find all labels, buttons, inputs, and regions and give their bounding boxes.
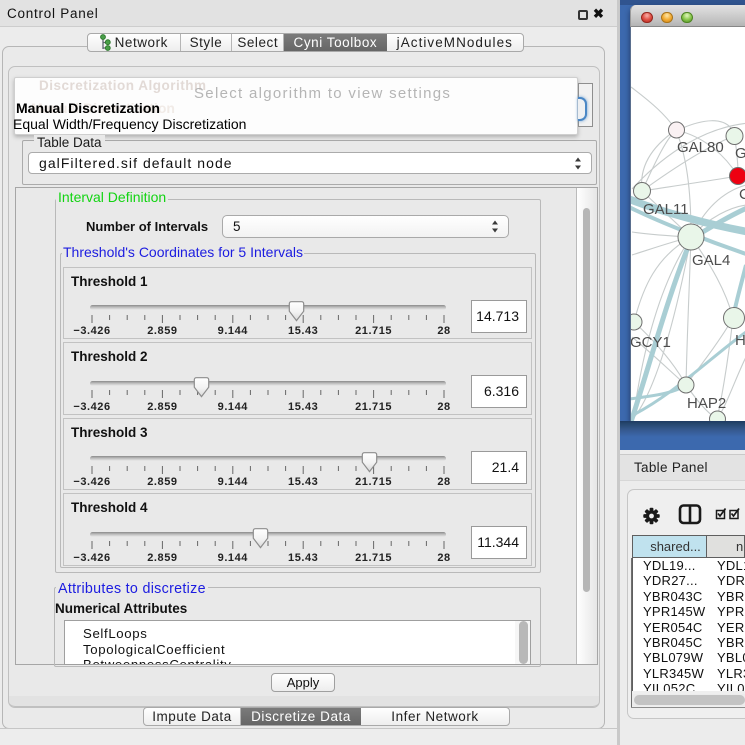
- svg-text:CY: CY: [739, 186, 745, 203]
- svg-text:HIS: HIS: [735, 332, 745, 349]
- svg-text:HAP2: HAP2: [687, 395, 726, 412]
- svg-text:GCY1: GCY1: [631, 334, 671, 351]
- svg-text:GAL11: GAL11: [643, 201, 689, 218]
- svg-text:GAL80: GAL80: [677, 139, 724, 156]
- svg-text:GAL4: GAL4: [735, 145, 745, 162]
- svg-text:GAL4: GAL4: [692, 252, 730, 269]
